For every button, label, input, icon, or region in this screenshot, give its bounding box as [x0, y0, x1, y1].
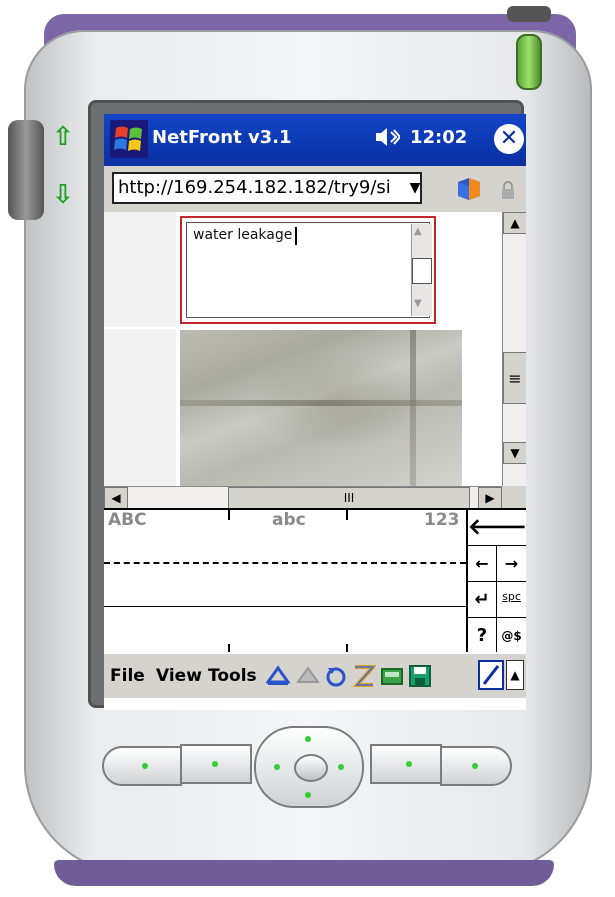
backspace-key[interactable]: 🡐: [468, 510, 526, 546]
app-title: NetFront v3.1: [152, 127, 292, 148]
scroll-down-button[interactable]: ▼: [503, 442, 526, 464]
power-led-icon: [516, 34, 542, 90]
dpad-right-icon[interactable]: [338, 764, 344, 770]
lower-case-zone-label: abc: [272, 510, 306, 530]
web-content: water leakage ▲ ▼: [104, 212, 502, 486]
address-bar: http://169.254.182.182/try9/si ▼: [104, 166, 526, 212]
close-button[interactable]: ✕: [494, 124, 524, 154]
input-method-button[interactable]: [478, 660, 504, 690]
uploaded-photo: [180, 330, 462, 486]
zoom-icon[interactable]: [352, 664, 376, 688]
clock[interactable]: 12:02: [410, 127, 467, 148]
dpad-down-icon[interactable]: [305, 792, 311, 798]
led-dot-icon: [472, 763, 478, 769]
speaker-icon[interactable]: [374, 126, 402, 153]
screen: NetFront v3.1 12:02 ✕ http://169.254.182…: [104, 114, 526, 710]
volume-down-arrow-icon[interactable]: ⇩: [52, 180, 74, 210]
save-icon[interactable]: [408, 664, 432, 688]
photo-detail: [180, 400, 462, 406]
scroll-left-button[interactable]: ◀: [104, 487, 128, 509]
netfront-icon[interactable]: [456, 176, 482, 202]
menu-view[interactable]: View: [156, 666, 202, 686]
stylus-icon: [507, 6, 551, 22]
midline-guide: [104, 562, 466, 564]
h-scroll-thumb[interactable]: III: [228, 487, 470, 509]
scroll-right-button[interactable]: ▶: [478, 487, 502, 509]
led-dot-icon: [406, 761, 412, 767]
textarea-scroll-down-icon[interactable]: ▼: [414, 298, 422, 309]
dpad-action-button[interactable]: [294, 754, 328, 782]
title-bar: NetFront v3.1 12:02 ✕: [104, 114, 526, 166]
number-zone-label: 123: [424, 510, 460, 530]
dpad-up-icon[interactable]: [305, 736, 311, 742]
zone-divider: [228, 510, 230, 520]
text-cursor: [295, 227, 297, 245]
handwriting-area[interactable]: ABC abc 123: [104, 510, 466, 654]
help-key[interactable]: ?: [468, 618, 497, 654]
app-button-4[interactable]: [440, 746, 512, 786]
baseline-guide: [104, 606, 466, 607]
menu-tools[interactable]: Tools: [208, 666, 257, 686]
navigation-pad[interactable]: [254, 726, 364, 808]
space-key[interactable]: spc: [497, 582, 526, 618]
url-field[interactable]: http://169.254.182.182/try9/si: [112, 172, 422, 204]
cursor-right-key[interactable]: →: [497, 546, 526, 582]
symbols-key[interactable]: @$: [497, 618, 526, 654]
horizontal-scrollbar[interactable]: ◀ III ▶: [104, 486, 502, 509]
led-dot-icon: [142, 763, 148, 769]
forward-triangle-icon[interactable]: [296, 664, 320, 688]
enter-key[interactable]: ↵: [468, 582, 497, 618]
led-dot-icon: [212, 761, 218, 767]
windows-start-icon[interactable]: [110, 120, 148, 158]
textarea-scrollbar[interactable]: ▲ ▼: [411, 224, 432, 316]
app-button-1[interactable]: [102, 746, 182, 786]
menu-bar: File View Tools ▲: [104, 652, 526, 698]
textarea-value: water leakage: [193, 227, 293, 243]
vertical-scrollbar[interactable]: ▲ ≡ ▼: [502, 212, 526, 486]
app-button-2[interactable]: [180, 744, 252, 784]
app-button-3[interactable]: [370, 744, 442, 784]
cursor-left-key[interactable]: ←: [468, 546, 497, 582]
input-keys: 🡐 ← → ↵ spc ? @$: [466, 510, 526, 654]
volume-up-arrow-icon[interactable]: ⇧: [52, 122, 74, 152]
url-dropdown-button[interactable]: ▼: [404, 172, 426, 204]
lock-icon: [502, 181, 514, 199]
scroll-thumb[interactable]: ≡: [503, 352, 526, 404]
refresh-icon[interactable]: [324, 664, 348, 688]
speaker-icon-glyph: [376, 128, 402, 146]
table-divider: [104, 327, 176, 329]
menu-file[interactable]: File: [110, 666, 145, 686]
device-bottom-trim: [54, 860, 554, 886]
scroll-up-button[interactable]: ▲: [503, 212, 526, 234]
table-cell-left: [104, 212, 176, 486]
back-triangle-icon[interactable]: [266, 664, 290, 688]
zone-divider: [346, 510, 348, 520]
dpad-left-icon[interactable]: [274, 764, 280, 770]
input-panel: ABC abc 123 🡐 ← → ↵ spc ? @$: [104, 508, 526, 654]
scrollbar-corner: [502, 486, 526, 508]
jog-dial[interactable]: [8, 120, 44, 220]
upper-case-zone-label: ABC: [108, 510, 147, 530]
input-panel-toggle-button[interactable]: ▲: [506, 660, 524, 690]
description-textarea-frame: water leakage ▲ ▼: [180, 216, 436, 324]
description-textarea[interactable]: water leakage ▲ ▼: [186, 222, 432, 318]
textarea-scroll-up-icon[interactable]: ▲: [414, 226, 422, 237]
favorites-icon[interactable]: [380, 664, 404, 688]
pen-icon: [482, 665, 500, 685]
hardware-buttons: [102, 726, 512, 808]
photo-detail: [410, 330, 416, 486]
textarea-scroll-thumb[interactable]: [412, 258, 432, 284]
